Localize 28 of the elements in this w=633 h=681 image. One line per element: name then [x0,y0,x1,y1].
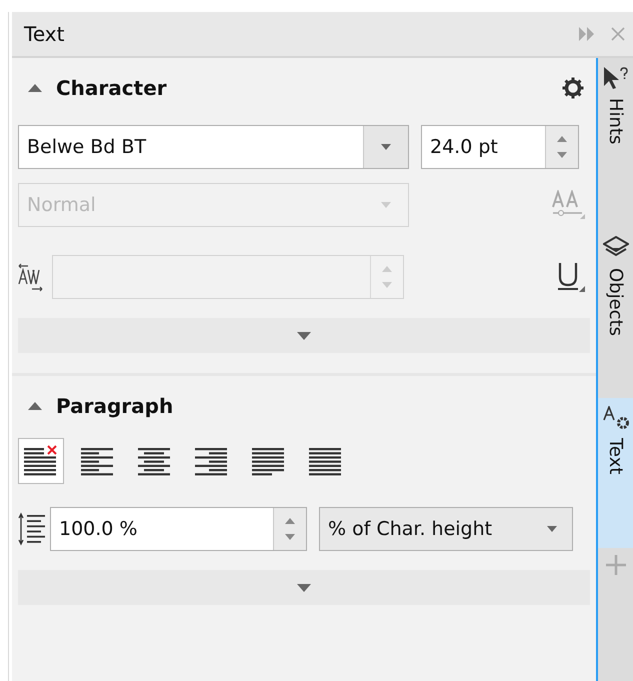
character-scale-icon[interactable] [552,190,586,220]
add-icon[interactable] [604,554,626,576]
line-spacing-icon [18,512,46,546]
dropdown-arrow-icon[interactable] [381,144,391,150]
spin-down-icon[interactable] [557,152,567,158]
font-dropdown[interactable]: Belwe Bd BT [18,125,409,169]
side-tab[interactable]: Text [598,398,633,548]
panel-title: Text [24,22,66,46]
font-size-field[interactable]: 24.0 pt [421,125,579,169]
text-settings-icon [602,406,630,430]
align-none-button[interactable] [18,438,64,484]
side-tab[interactable]: Objects [598,228,633,398]
spin-down-icon[interactable] [285,534,295,540]
section-title: Paragraph [56,394,174,418]
underline-icon[interactable] [556,261,586,293]
collapse-panel-icon[interactable] [579,27,595,41]
spin-up-icon[interactable] [285,518,295,524]
side-tab[interactable]: Hints [598,58,633,228]
expand-arrow-icon [297,332,311,340]
section-title: Character [56,76,168,100]
line-spacing-field[interactable]: 100.0 % [50,507,307,551]
close-icon[interactable] [611,27,625,41]
spin-up-icon[interactable] [557,136,567,142]
expand-arrow-icon [297,584,311,592]
dropdown-arrow-icon[interactable] [547,526,557,532]
pointer-help-icon [602,66,630,90]
spacing-unit-dropdown[interactable]: % of Char. height [319,507,573,551]
settings-icon[interactable] [562,77,584,99]
